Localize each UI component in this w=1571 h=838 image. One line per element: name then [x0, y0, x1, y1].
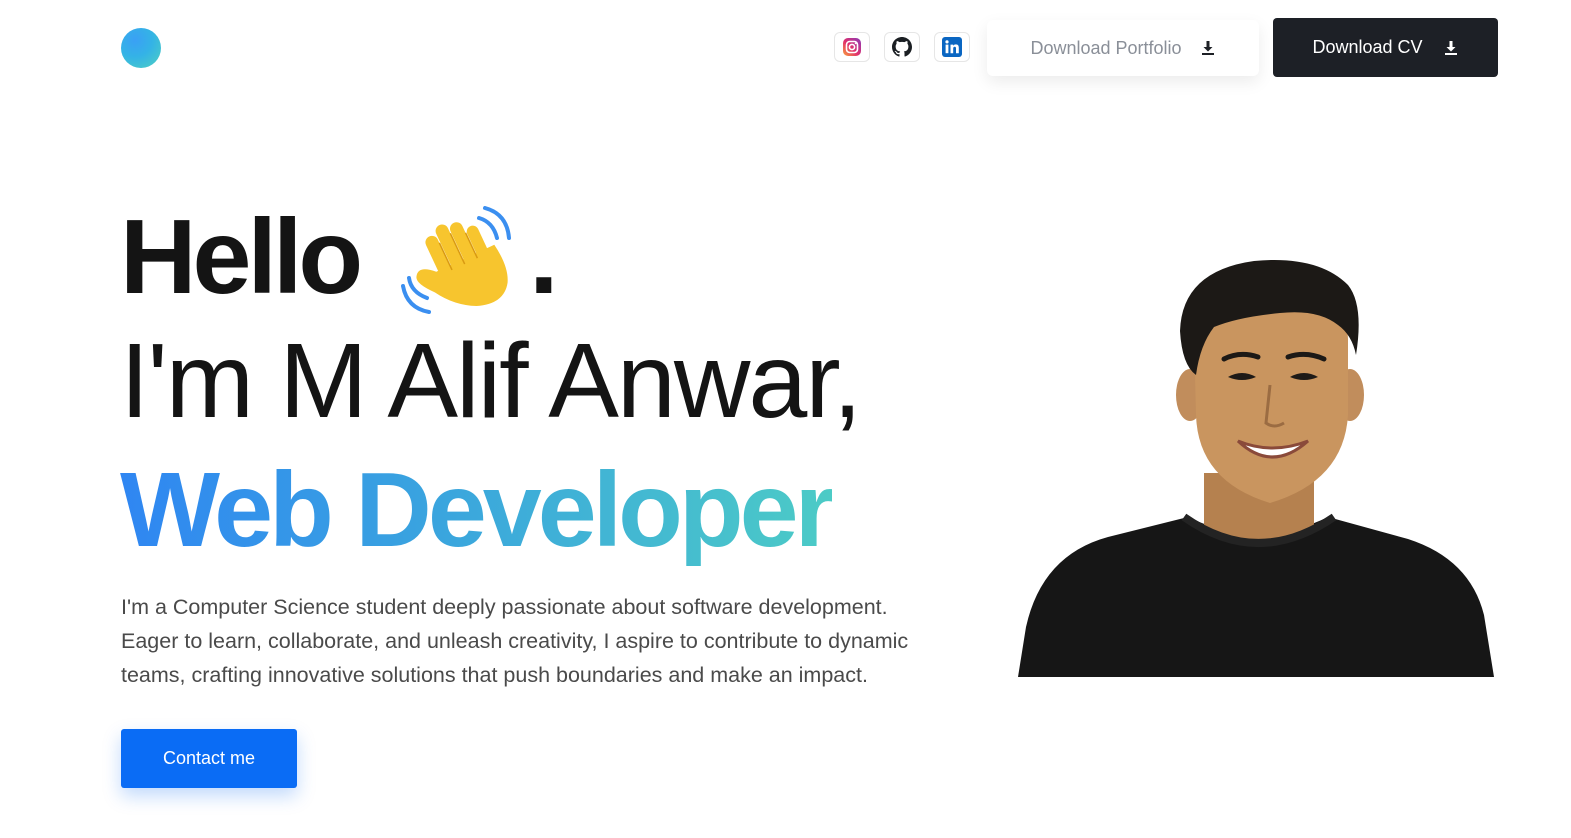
github-link[interactable]	[884, 32, 920, 62]
role-heading: Web Developer	[120, 451, 836, 569]
download-icon	[1201, 41, 1214, 55]
bio-line: Eager to learn, collaborate, and unleash…	[121, 629, 909, 653]
bio-paragraph: I'm a Computer Science student deeply pa…	[121, 590, 1001, 692]
bio-line: I'm a Computer Science student deeply pa…	[121, 595, 888, 619]
contact-me-button[interactable]: Contact me	[121, 729, 297, 788]
greeting-text: Hello	[120, 198, 363, 316]
github-icon	[892, 37, 912, 57]
download-cv-button[interactable]: Download CV	[1273, 18, 1498, 77]
instagram-icon	[843, 38, 861, 56]
download-portfolio-button[interactable]: Download Portfolio	[987, 20, 1259, 76]
profile-photo	[1018, 260, 1494, 677]
bio-line: teams, crafting innovative solutions tha…	[121, 663, 868, 687]
name-heading: I'm M Alif Anwar,	[120, 322, 862, 440]
greeting-heading: Hello .	[120, 198, 559, 316]
waving-hand-icon	[401, 206, 519, 318]
linkedin-icon	[942, 37, 962, 57]
linkedin-link[interactable]	[934, 32, 970, 62]
instagram-link[interactable]	[834, 32, 870, 62]
greeting-punctuation: .	[529, 198, 559, 316]
download-cv-label: Download CV	[1312, 37, 1423, 57]
download-icon	[1444, 40, 1457, 55]
logo[interactable]	[121, 28, 161, 68]
download-portfolio-label: Download Portfolio	[1030, 37, 1182, 58]
portfolio-page: Download Portfolio Download CV Hello . I…	[0, 0, 1571, 838]
